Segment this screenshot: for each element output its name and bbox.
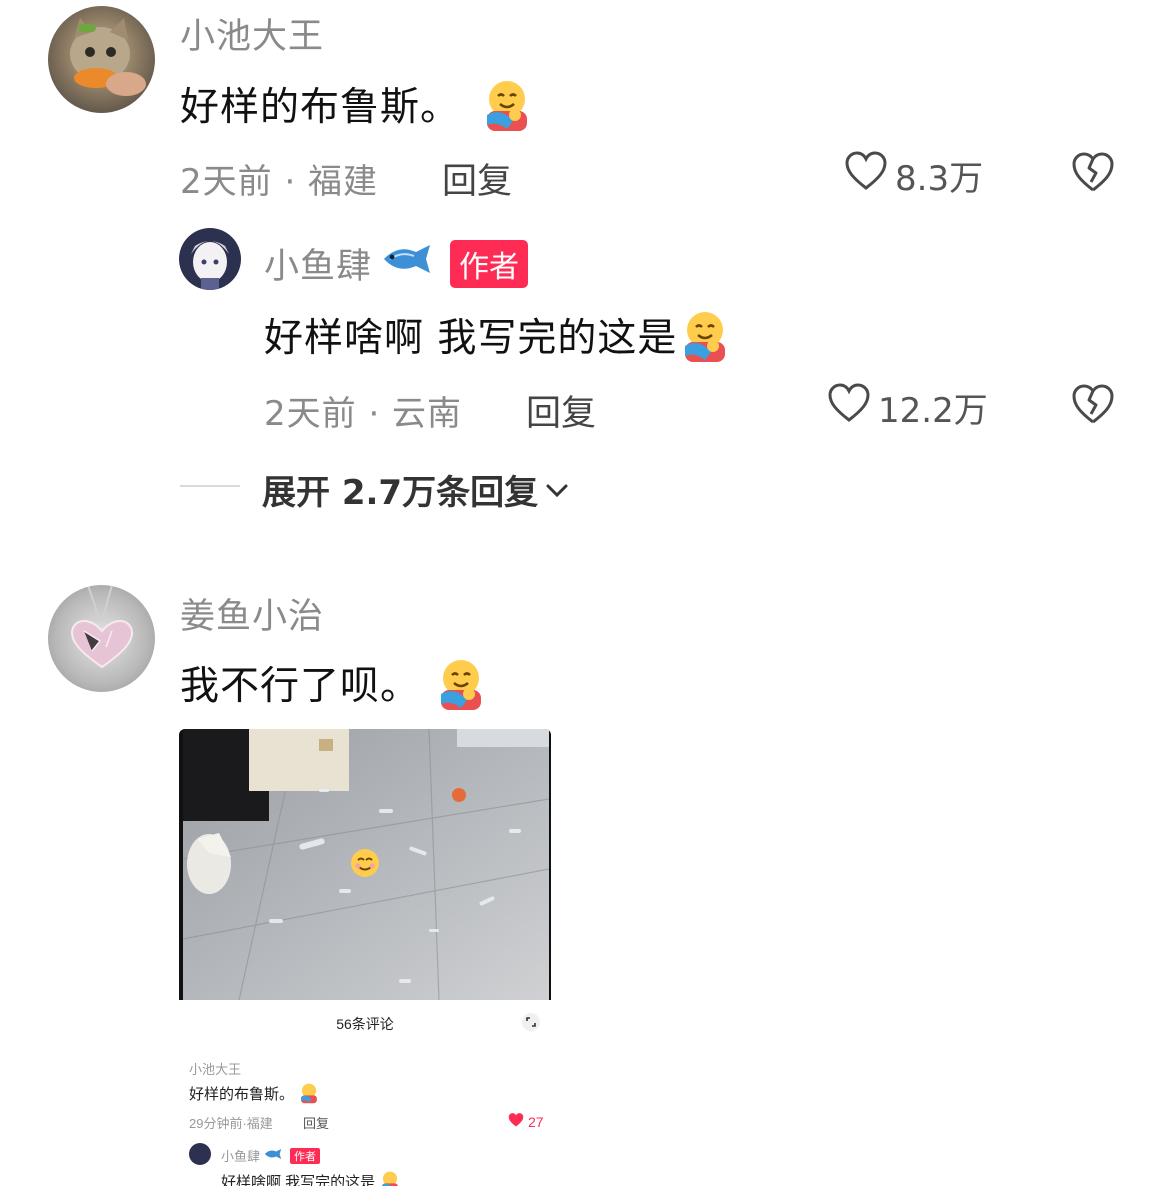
expand-replies-label: 展开 2.7万条回复	[262, 473, 539, 513]
hugging-face-emoji-icon	[379, 1170, 401, 1186]
embedded-c2-user: 小鱼肆 作者	[221, 1146, 321, 1165]
comment-text-content: 好样的布鲁斯。	[180, 85, 461, 130]
embedded-c1-reply: 回复	[303, 1116, 330, 1131]
reply-button[interactable]: 回复	[526, 385, 596, 436]
reply-text: 好样啥啊 我写完的这是	[264, 307, 733, 374]
like-button[interactable]: 8.3万	[843, 150, 983, 201]
heart-filled-icon	[507, 1112, 525, 1131]
comment-username[interactable]: 小池大王	[180, 8, 324, 59]
avatar-xiaoyusi[interactable]	[179, 228, 241, 290]
comment-time-location: 2天前 · 福建	[180, 162, 379, 202]
comment-text: 我不行了呗。	[180, 655, 489, 722]
embedded-comment-count: 56条评论	[336, 1016, 394, 1032]
like-count: 8.3万	[895, 159, 984, 199]
embedded-c1-like-count: 27	[528, 1113, 544, 1130]
embedded-c2-text: 好样啥啊 我写完的这是	[221, 1170, 401, 1186]
comment-username[interactable]: 姜鱼小治	[180, 588, 324, 639]
broken-heart-icon	[1070, 384, 1116, 430]
expand-icon	[521, 1012, 541, 1036]
embedded-c1-likes: 27	[507, 1112, 544, 1131]
author-badge: 作者	[450, 240, 528, 288]
reply-time-location: 2天前 · 云南	[264, 394, 463, 434]
comment-text-content: 我不行了呗。	[180, 664, 421, 709]
dislike-button[interactable]	[1070, 150, 1116, 198]
comment-text: 好样的布鲁斯。	[180, 76, 535, 143]
reply-text-content: 好样啥啊 我写完的这是	[264, 316, 678, 361]
embedded-c1-user: 小池大王	[189, 1062, 242, 1077]
like-button[interactable]: 12.2万	[826, 382, 988, 433]
embedded-c2-avatar	[189, 1143, 211, 1165]
embedded-c1-meta: 29分钟前·福建	[189, 1116, 273, 1131]
embedded-c2-user-text: 小鱼肆	[221, 1149, 261, 1164]
avatar-xiaochi[interactable]	[48, 6, 155, 113]
embedded-author-badge: 作者	[290, 1147, 321, 1164]
expand-replies-button[interactable]: 展开 2.7万条回复	[262, 465, 570, 514]
floor-photo	[179, 729, 551, 1001]
embedded-comment-panel: 56条评论 小池大王 好样的布鲁斯。 29分钟前·福建 回复 27 小鱼肆 作者	[179, 1000, 551, 1186]
reply-username-text: 小鱼肆	[264, 247, 373, 287]
smiling-face-emoji-icon	[349, 847, 381, 883]
attached-screenshot[interactable]: 56条评论 小池大王 好样的布鲁斯。 29分钟前·福建 回复 27 小鱼肆 作者	[179, 729, 551, 1186]
hugging-face-emoji-icon	[433, 656, 489, 722]
hugging-face-emoji-icon	[479, 77, 535, 143]
heart-outline-icon	[843, 150, 889, 201]
broken-heart-icon	[1070, 152, 1116, 198]
avatar-jiangyu[interactable]	[48, 585, 155, 692]
expand-divider	[180, 485, 240, 487]
reply-username[interactable]: 小鱼肆	[264, 238, 434, 289]
fish-emoji-icon	[380, 242, 434, 285]
embedded-c1-text: 好样的布鲁斯。	[189, 1082, 320, 1108]
dislike-button[interactable]	[1070, 382, 1116, 430]
fish-emoji-icon	[263, 1148, 283, 1163]
embedded-c1-text-content: 好样的布鲁斯。	[189, 1085, 295, 1103]
reply-button[interactable]: 回复	[442, 153, 512, 204]
chevron-down-icon	[544, 470, 570, 510]
embedded-c2-text-content: 好样啥啊 我写完的这是	[221, 1173, 376, 1186]
hugging-face-emoji-icon	[298, 1082, 320, 1108]
hugging-face-emoji-icon	[677, 308, 733, 374]
like-count: 12.2万	[878, 391, 988, 431]
heart-outline-icon	[826, 382, 872, 433]
